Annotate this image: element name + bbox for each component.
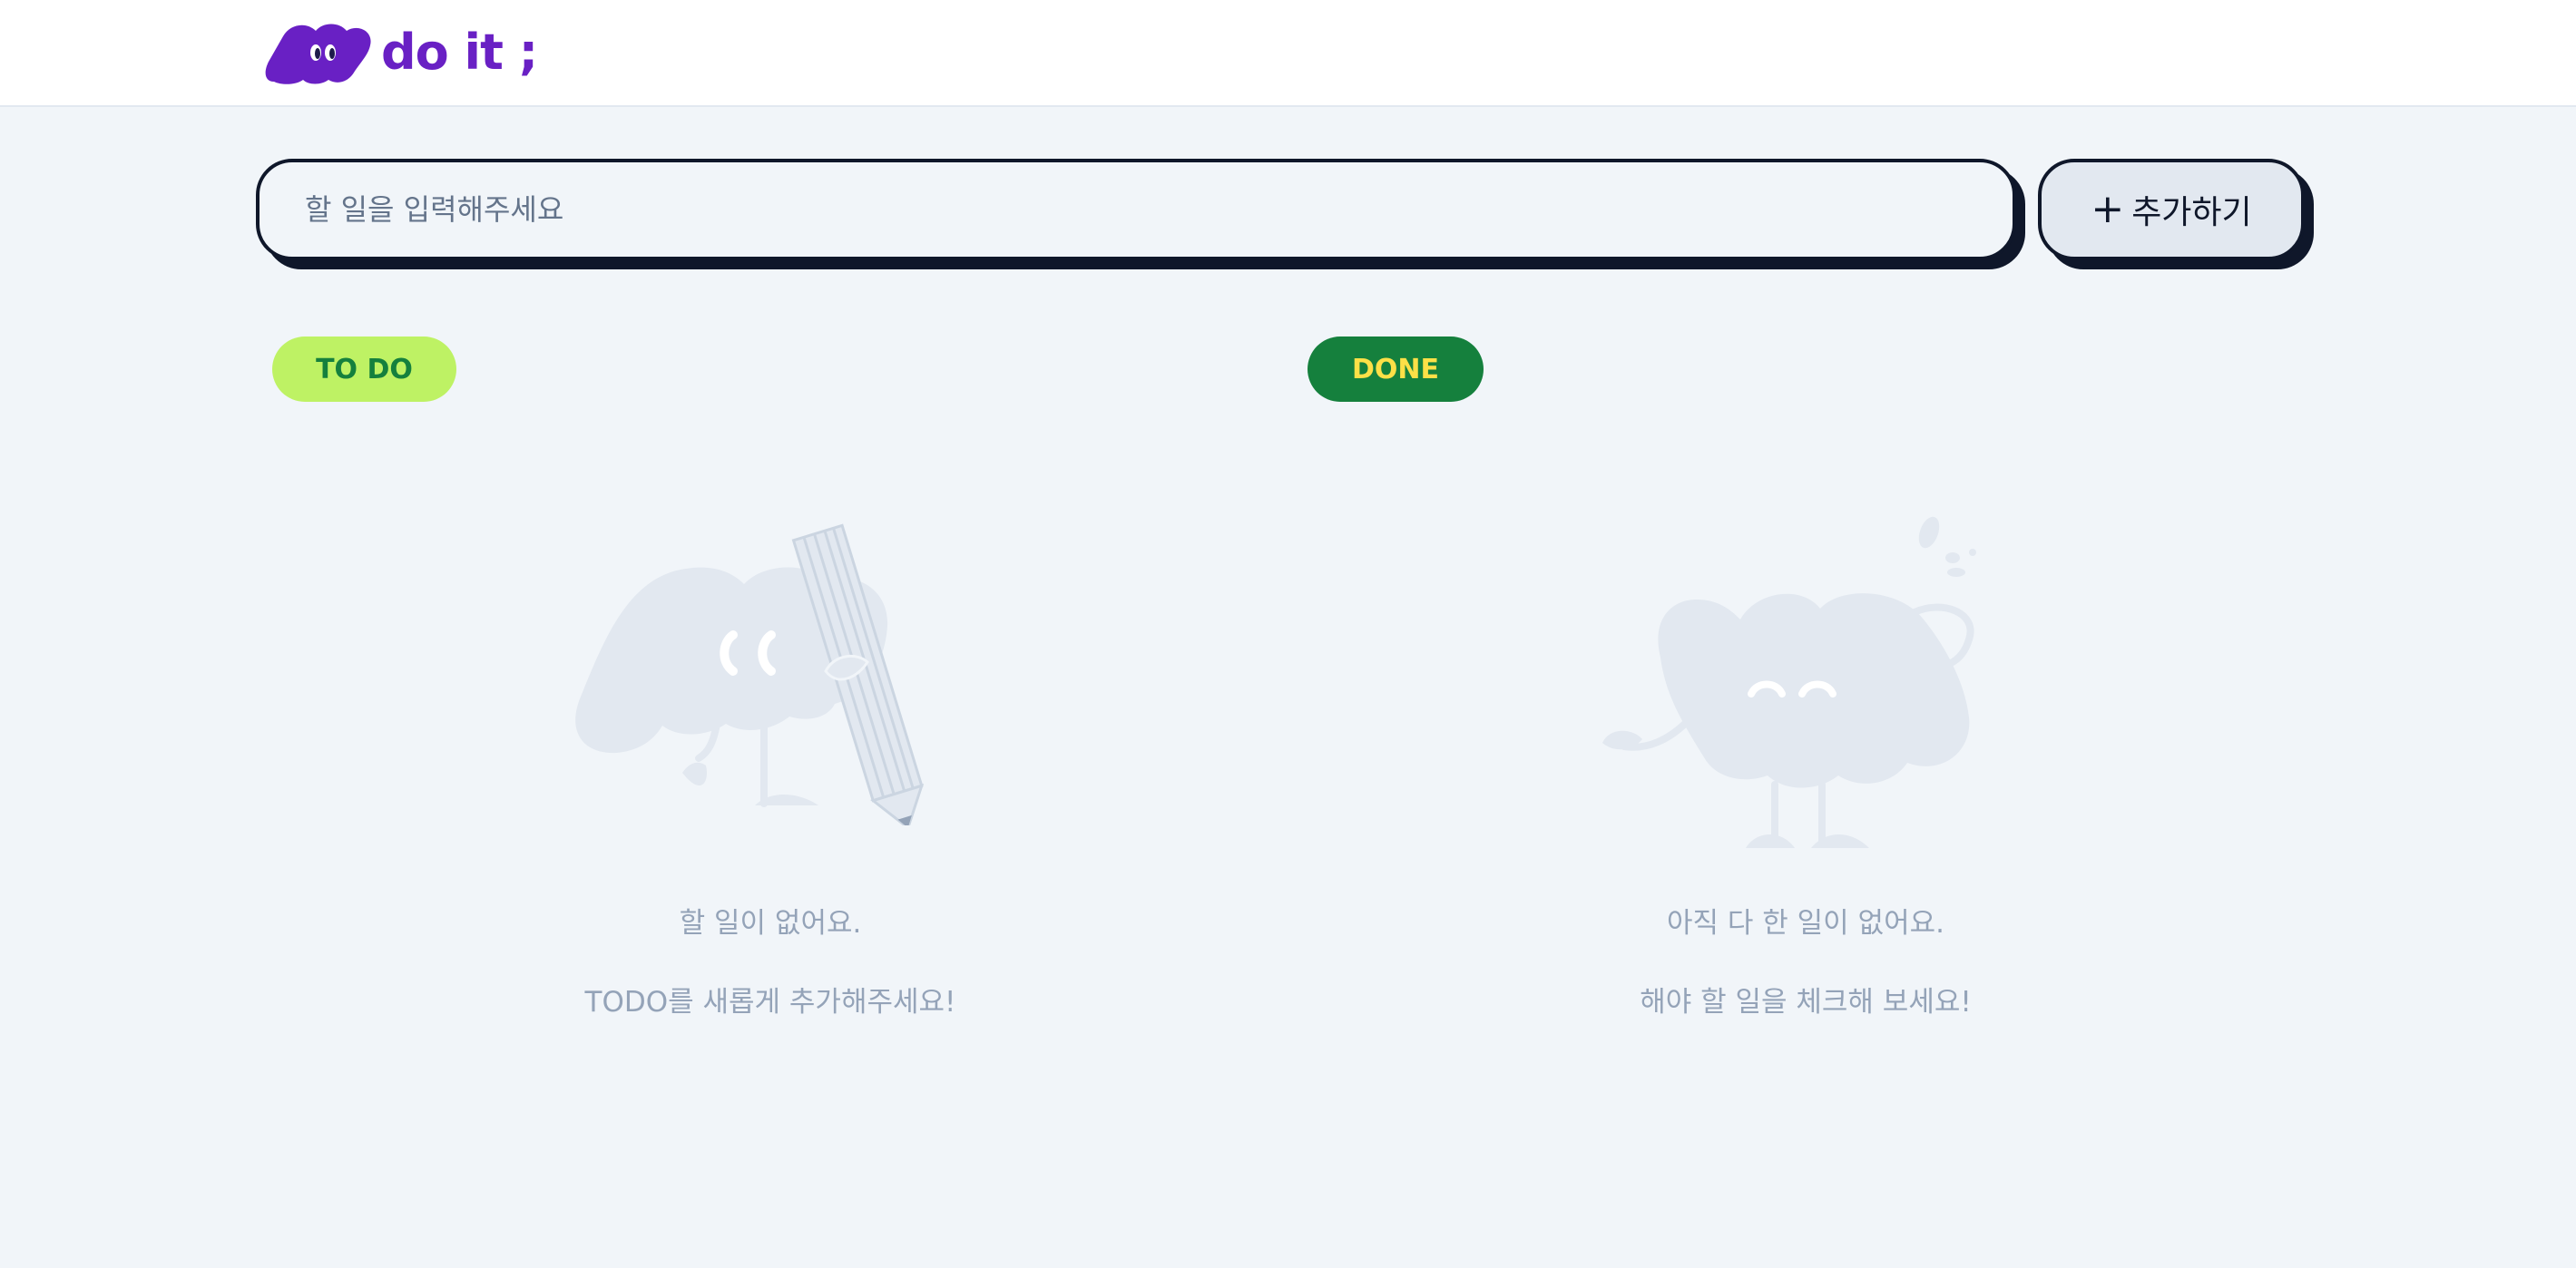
add-button[interactable]: + 추가하기 [2038, 159, 2305, 260]
logo[interactable]: do it ; [263, 18, 538, 87]
add-button-wrapper: + 추가하기 [2038, 159, 2314, 269]
app-header: do it ; [0, 0, 2576, 107]
todo-badge: TO DO [272, 337, 456, 402]
done-badge: DONE [1308, 337, 1484, 402]
done-empty-hint: 해야 할 일을 체크해 보세요! [1640, 986, 1972, 1019]
todo-input[interactable] [256, 159, 2016, 260]
todo-empty-hint: TODO를 새롭게 추가해주세요! [584, 986, 956, 1019]
cloud-character-sweating-icon [1597, 512, 2014, 857]
done-empty-message: 아직 다 한 일이 없어요. [1667, 907, 1944, 940]
plus-icon: + [2091, 186, 2125, 232]
logo-text: do it ; [381, 24, 538, 81]
cloud-character-with-pencil-icon [563, 517, 971, 831]
todo-input-wrapper [256, 159, 2025, 269]
cloud-face-logo-icon [263, 18, 372, 87]
todo-empty-message: 할 일이 없어요. [679, 907, 862, 940]
add-button-label: 추가하기 [2131, 194, 2252, 231]
